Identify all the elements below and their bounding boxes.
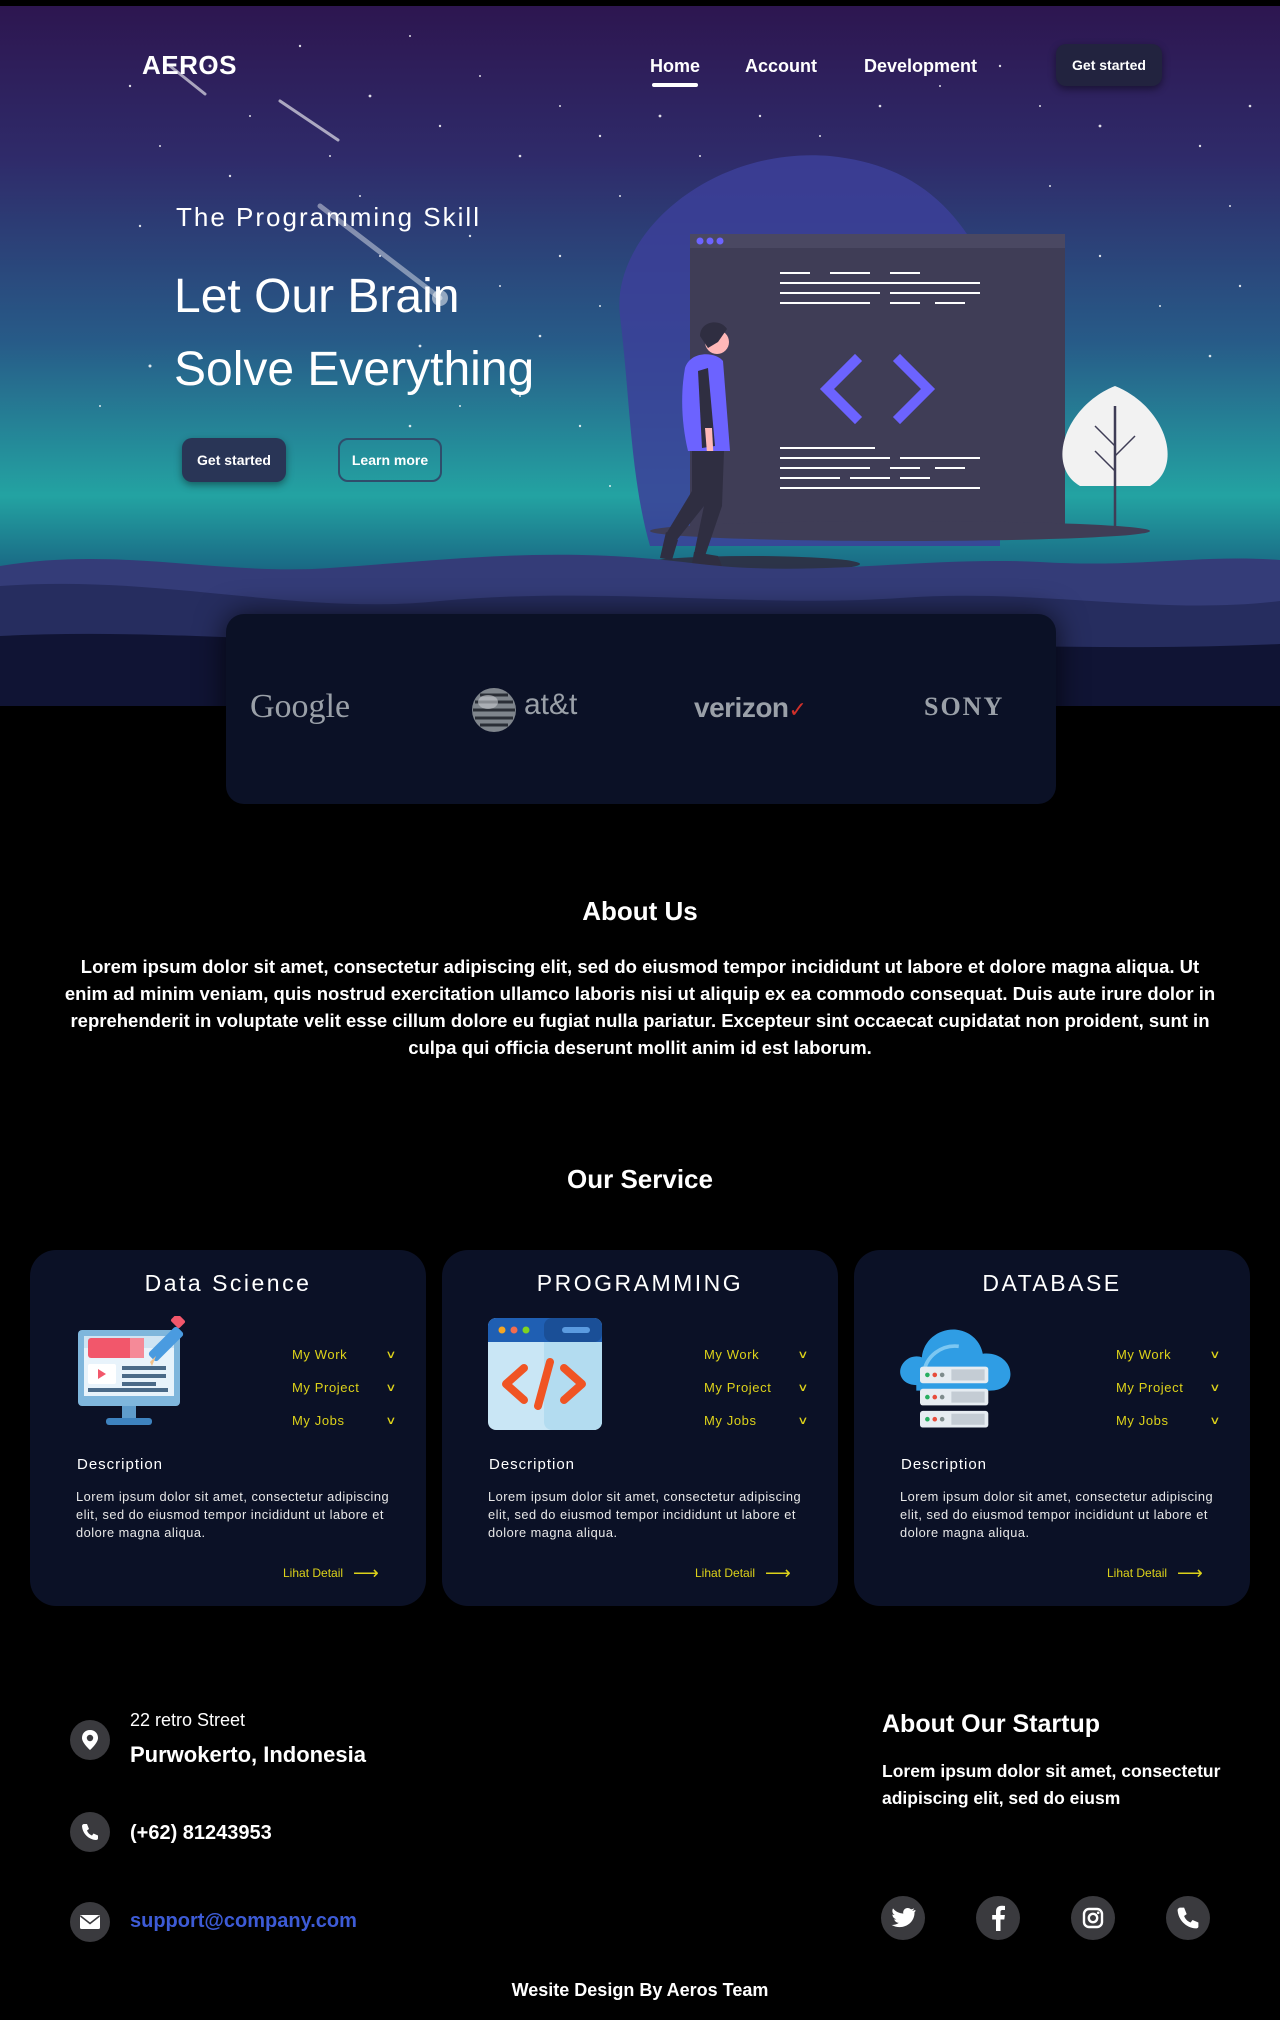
verizon-logo: verizon✓ bbox=[694, 692, 807, 724]
support-email-link[interactable]: support@company.com bbox=[130, 1910, 357, 1933]
menu-label: My Jobs bbox=[704, 1413, 757, 1428]
description-label: Description bbox=[489, 1456, 576, 1473]
phone-number[interactable]: (+62) 81243953 bbox=[130, 1822, 272, 1845]
chevron-down-icon: ∨ bbox=[797, 1382, 810, 1394]
chevron-down-icon: ∨ bbox=[797, 1349, 810, 1361]
hero-get-started-button[interactable]: Get started bbox=[182, 438, 286, 482]
service-card-programming: PROGRAMMING My Work ∨ My Project ∨ My Jobs… bbox=[442, 1250, 838, 1606]
link-label: Lihat Detail bbox=[283, 1566, 344, 1580]
menu-my-project[interactable]: My Project ∨ bbox=[292, 1371, 402, 1404]
about-text: Lorem ipsum dolor sit amet, consectetur … bbox=[64, 956, 1216, 1058]
chevron-down-icon: ∨ bbox=[1209, 1349, 1222, 1361]
menu-label: My Project bbox=[704, 1380, 772, 1395]
service-card-menu: My Work ∨ My Project ∨ My Jobs ∨ bbox=[704, 1338, 814, 1437]
about-title: About Us bbox=[582, 896, 698, 926]
verizon-check-icon: ✓ bbox=[788, 697, 807, 722]
hero-section: AEROS Home Account Development Get start… bbox=[0, 6, 1280, 706]
chevron-down-icon: ∨ bbox=[1209, 1382, 1222, 1394]
menu-my-work[interactable]: My Work ∨ bbox=[292, 1338, 402, 1371]
twitter-icon[interactable] bbox=[881, 1896, 925, 1940]
description-text: Lorem ipsum dolor sit amet, consectetur … bbox=[900, 1489, 1214, 1540]
hero-title: Let Our Brain Solve Everything bbox=[174, 260, 534, 406]
hero-learn-more-button[interactable]: Learn more bbox=[338, 438, 442, 482]
arrow-right-icon: ⟶ bbox=[1177, 1563, 1203, 1583]
phone-social-icon[interactable] bbox=[1166, 1896, 1210, 1940]
chevron-down-icon: ∨ bbox=[385, 1349, 398, 1361]
footer-credit: Wesite Design By Aeros Team bbox=[511, 1980, 769, 2000]
menu-label: My Jobs bbox=[1116, 1413, 1169, 1428]
nav-link-home[interactable]: Home bbox=[650, 56, 700, 87]
chevron-down-icon: ∨ bbox=[385, 1415, 398, 1427]
monitor-design-icon bbox=[78, 1316, 185, 1425]
menu-my-project[interactable]: My Project ∨ bbox=[1116, 1371, 1226, 1404]
hero-title-line-2: Solve Everything bbox=[174, 343, 535, 396]
menu-label: My Jobs bbox=[292, 1413, 345, 1428]
code-window-icon bbox=[488, 1318, 602, 1430]
menu-my-jobs[interactable]: My Jobs ∨ bbox=[1116, 1404, 1226, 1437]
service-card-menu: My Work ∨ My Project ∨ My Jobs ∨ bbox=[1116, 1338, 1226, 1437]
instagram-icon[interactable] bbox=[1071, 1896, 1115, 1940]
programmer-illustration bbox=[619, 155, 1168, 572]
menu-label: My Work bbox=[292, 1347, 348, 1362]
att-logo-text: at&t bbox=[524, 688, 578, 721]
link-label: Lihat Detail bbox=[695, 1566, 756, 1580]
menu-label: My Project bbox=[1116, 1380, 1184, 1395]
menu-label: My Work bbox=[1116, 1347, 1172, 1362]
location-pin-icon bbox=[70, 1720, 110, 1760]
menu-label: My Project bbox=[292, 1380, 360, 1395]
service-card-data-science: Data Science My Work ∨ My Project ∨ My Job… bbox=[30, 1250, 426, 1606]
nav-link-account[interactable]: Account bbox=[745, 56, 817, 77]
sony-logo: SONY bbox=[924, 692, 1005, 721]
service-card-title: DATABASE bbox=[982, 1270, 1122, 1296]
chevron-down-icon: ∨ bbox=[1209, 1415, 1222, 1427]
partner-logos-strip: Google at&t verizon✓ SONY bbox=[226, 614, 1056, 804]
arrow-right-icon: ⟶ bbox=[353, 1563, 379, 1583]
menu-my-work[interactable]: My Work ∨ bbox=[1116, 1338, 1226, 1371]
service-card-menu: My Work ∨ My Project ∨ My Jobs ∨ bbox=[292, 1338, 402, 1437]
chevron-down-icon: ∨ bbox=[385, 1382, 398, 1394]
address-street: 22 retro Street bbox=[130, 1710, 246, 1730]
arrow-right-icon: ⟶ bbox=[765, 1563, 791, 1583]
lihat-detail-link[interactable]: Lihat Detail ⟶ bbox=[1107, 1563, 1203, 1583]
hero-kicker: The Programming Skill bbox=[176, 202, 481, 232]
menu-my-project[interactable]: My Project ∨ bbox=[704, 1371, 814, 1404]
brand-logo[interactable]: AEROS bbox=[142, 50, 237, 81]
description-text: Lorem ipsum dolor sit amet, consectetur … bbox=[76, 1489, 390, 1540]
footer-about-text: Lorem ipsum dolor sit amet, consectetur … bbox=[882, 1761, 1221, 1808]
nav-get-started-button[interactable]: Get started bbox=[1056, 44, 1162, 86]
address-city: Purwokerto, Indonesia bbox=[130, 1742, 366, 1767]
cloud-server-icon bbox=[900, 1329, 1011, 1428]
menu-my-work[interactable]: My Work ∨ bbox=[704, 1338, 814, 1371]
phone-icon bbox=[70, 1812, 110, 1852]
att-globe-icon bbox=[472, 688, 516, 732]
description-text: Lorem ipsum dolor sit amet, consectetur … bbox=[488, 1489, 802, 1540]
description-label: Description bbox=[77, 1456, 164, 1473]
nav-link-development[interactable]: Development bbox=[864, 56, 977, 77]
service-card-database: DATABASE My Work ∨ My Project ∨ My Jobs ∨ D… bbox=[854, 1250, 1250, 1606]
lihat-detail-link[interactable]: Lihat Detail ⟶ bbox=[283, 1563, 379, 1583]
mail-icon bbox=[70, 1902, 110, 1942]
facebook-icon[interactable] bbox=[976, 1896, 1020, 1940]
chevron-down-icon: ∨ bbox=[797, 1415, 810, 1427]
hero-title-line-1: Let Our Brain bbox=[174, 270, 460, 323]
lihat-detail-link[interactable]: Lihat Detail ⟶ bbox=[695, 1563, 791, 1583]
menu-my-jobs[interactable]: My Jobs ∨ bbox=[292, 1404, 402, 1437]
menu-label: My Work bbox=[704, 1347, 760, 1362]
service-card-title: Data Science bbox=[144, 1270, 312, 1296]
description-label: Description bbox=[901, 1456, 988, 1473]
link-label: Lihat Detail bbox=[1107, 1566, 1168, 1580]
verizon-logo-text: verizon bbox=[694, 692, 789, 723]
google-logo: Google bbox=[250, 688, 351, 725]
footer-about-title: About Our Startup bbox=[882, 1710, 1101, 1738]
service-card-title: PROGRAMMING bbox=[536, 1270, 744, 1296]
services-title: Our Service bbox=[567, 1164, 713, 1194]
menu-my-jobs[interactable]: My Jobs ∨ bbox=[704, 1404, 814, 1437]
